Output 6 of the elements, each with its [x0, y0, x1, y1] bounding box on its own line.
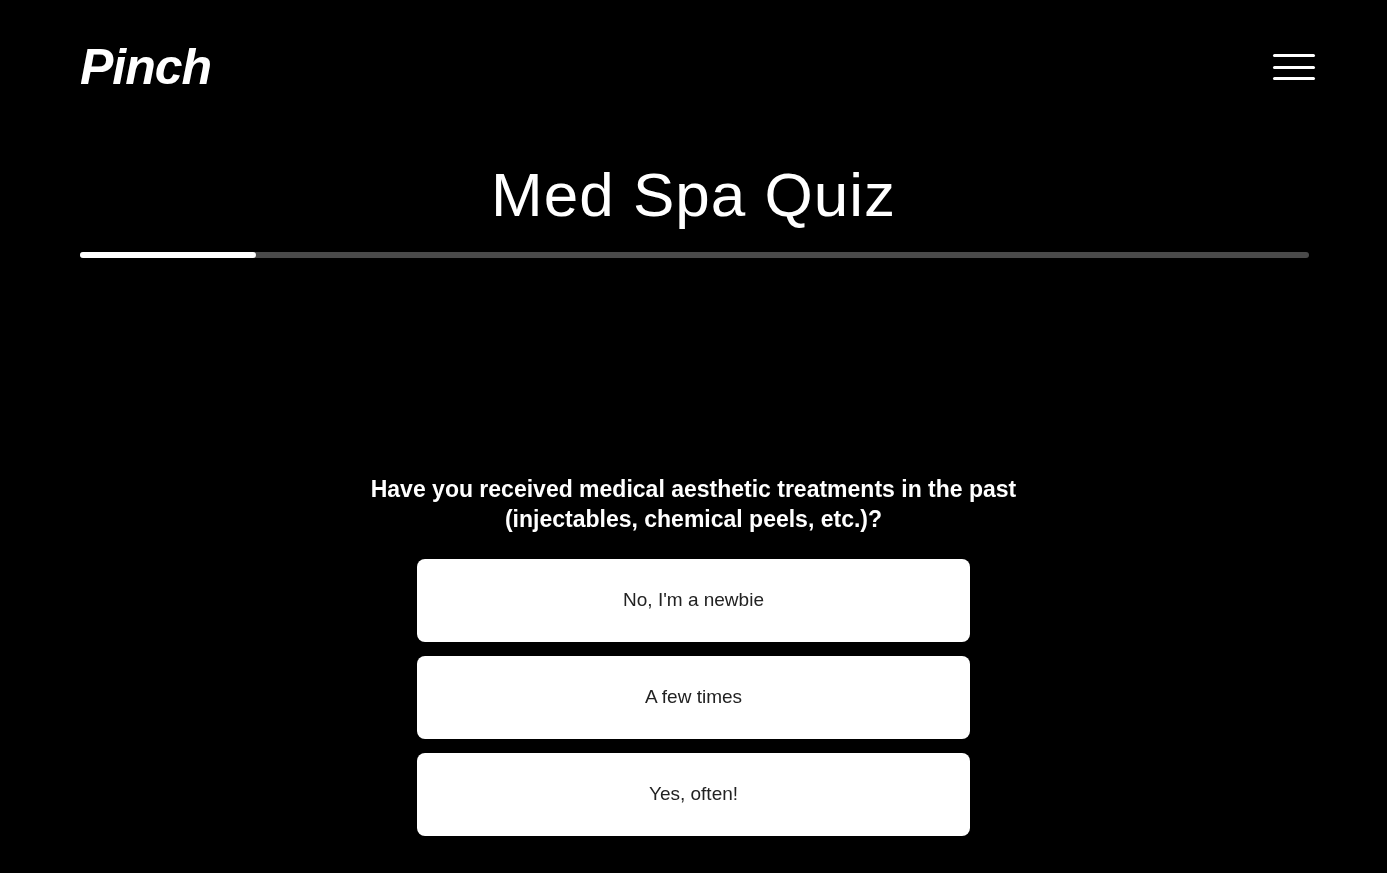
menu-icon[interactable]	[1273, 54, 1315, 80]
question-text: Have you received medical aesthetic treatments in the past (injectables, chemical peels, etc.)?	[369, 475, 1018, 534]
logo[interactable]: Pinch	[80, 42, 212, 92]
answer-option[interactable]: No, I'm a newbie	[417, 559, 970, 642]
answer-option[interactable]: A few times	[417, 656, 970, 739]
answer-option[interactable]: Yes, often!	[417, 753, 970, 836]
